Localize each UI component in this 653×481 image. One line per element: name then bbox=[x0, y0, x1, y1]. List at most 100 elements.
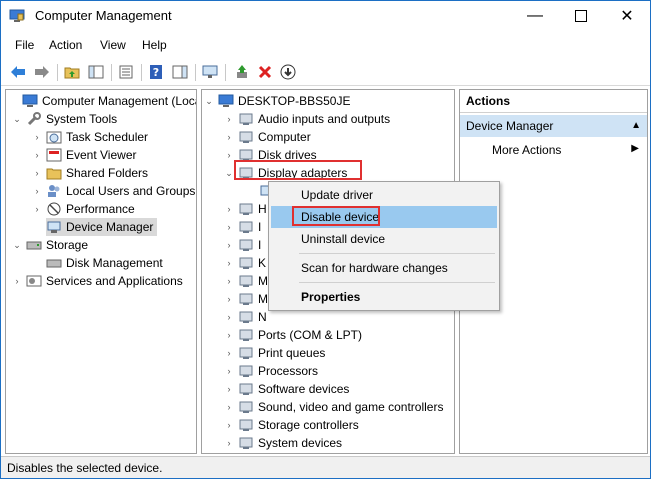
device-category-partial[interactable]: › H bbox=[224, 200, 267, 218]
tree-label: System devices bbox=[258, 436, 343, 450]
chevron-down-icon[interactable]: ⌄ bbox=[12, 236, 22, 254]
tools-icon bbox=[26, 112, 42, 126]
disable-device-button[interactable] bbox=[279, 63, 297, 81]
tree-root[interactable]: Computer Management (Local bbox=[8, 92, 196, 110]
menu-file[interactable]: File bbox=[15, 38, 34, 52]
device-category[interactable]: › Disk drives bbox=[224, 146, 317, 164]
device-category-icon bbox=[238, 382, 254, 396]
chevron-right-icon[interactable]: › bbox=[224, 398, 234, 416]
tree-item-disk-management[interactable]: Disk Management bbox=[46, 254, 163, 272]
tree-label: I bbox=[258, 220, 262, 234]
chevron-right-icon[interactable]: › bbox=[32, 128, 42, 146]
uninstall-device-button[interactable] bbox=[256, 63, 274, 81]
menu-action[interactable]: Action bbox=[49, 38, 82, 52]
device-tree-root[interactable]: ⌄ DESKTOP-BBS50JE bbox=[204, 92, 350, 110]
device-category-partial[interactable]: › M bbox=[224, 272, 269, 290]
chevron-right-icon[interactable]: › bbox=[12, 272, 22, 290]
context-scan-hardware[interactable]: Scan for hardware changes bbox=[271, 257, 497, 279]
tree-item-event-viewer[interactable]: › Event Viewer bbox=[32, 146, 137, 164]
device-category-partial[interactable]: › I bbox=[224, 218, 262, 236]
device-category[interactable]: › Computer bbox=[224, 128, 311, 146]
maximize-button[interactable] bbox=[558, 1, 604, 31]
scan-hardware-button[interactable] bbox=[201, 63, 219, 81]
tree-item-storage[interactable]: ⌄ Storage bbox=[12, 236, 88, 254]
more-actions-item[interactable]: More Actions bbox=[492, 140, 561, 160]
device-category-icon bbox=[238, 220, 254, 234]
chevron-right-icon[interactable]: › bbox=[224, 200, 234, 218]
chevron-right-icon[interactable]: › bbox=[224, 308, 234, 326]
context-disable-device[interactable]: Disable device bbox=[271, 206, 497, 228]
console-tree-pane[interactable]: Computer Management (Local ⌄ System Tool… bbox=[5, 89, 197, 454]
tree-item-local-users[interactable]: › Local Users and Groups bbox=[32, 182, 196, 200]
device-category-partial[interactable]: › K bbox=[224, 254, 267, 272]
device-category[interactable]: › Storage controllers bbox=[224, 416, 359, 434]
chevron-right-icon[interactable]: › bbox=[224, 218, 234, 236]
menu-help[interactable]: Help bbox=[142, 38, 167, 52]
context-uninstall-device[interactable]: Uninstall device bbox=[271, 228, 497, 250]
tree-item-device-manager[interactable]: Device Manager bbox=[46, 218, 158, 236]
context-properties[interactable]: Properties bbox=[271, 286, 497, 308]
device-category[interactable]: › Sound, video and game controllers bbox=[224, 398, 444, 416]
chevron-right-icon[interactable]: › bbox=[224, 272, 234, 290]
properties-toolbar-button[interactable] bbox=[117, 63, 135, 81]
chevron-right-icon[interactable]: › bbox=[32, 146, 42, 164]
collapse-up-icon[interactable]: ▲ bbox=[631, 115, 641, 137]
tree-item-shared-folders[interactable]: › Shared Folders bbox=[32, 164, 149, 182]
tree-item-task-scheduler[interactable]: › Task Scheduler bbox=[32, 128, 149, 146]
tree-label: System Tools bbox=[46, 112, 118, 126]
device-category-icon bbox=[238, 436, 254, 450]
chevron-right-icon[interactable]: › bbox=[224, 128, 234, 146]
window-title: Computer Management bbox=[35, 8, 172, 23]
device-category[interactable]: › Software devices bbox=[224, 380, 350, 398]
close-button[interactable]: ✕ bbox=[604, 1, 650, 31]
actions-section-device-manager[interactable]: Device Manager ▲ bbox=[460, 115, 647, 137]
tree-item-services[interactable]: › Services and Applications bbox=[12, 272, 183, 290]
svg-text:?: ? bbox=[153, 66, 159, 79]
device-category-partial[interactable]: › N bbox=[224, 308, 267, 326]
chevron-right-icon[interactable]: › bbox=[224, 254, 234, 272]
tree-label: I bbox=[258, 238, 262, 252]
chevron-right-icon[interactable]: › bbox=[224, 416, 234, 434]
device-category-partial[interactable]: › M bbox=[224, 290, 269, 308]
tree-item-system-tools[interactable]: ⌄ System Tools bbox=[12, 110, 117, 128]
chevron-right-icon[interactable]: › bbox=[32, 200, 42, 218]
device-category[interactable]: › Universal Serial Bus controllers bbox=[224, 452, 425, 453]
chevron-right-icon[interactable]: › bbox=[224, 290, 234, 308]
chevron-right-icon[interactable]: › bbox=[224, 362, 234, 380]
chevron-right-icon[interactable]: › bbox=[224, 380, 234, 398]
action-pane-button[interactable] bbox=[171, 63, 189, 81]
chevron-right-icon[interactable]: › bbox=[32, 164, 42, 182]
chevron-right-icon[interactable]: › bbox=[224, 344, 234, 362]
device-category-partial[interactable]: › I bbox=[224, 236, 262, 254]
chevron-down-icon[interactable]: ⌄ bbox=[224, 164, 234, 182]
properties-icon bbox=[119, 65, 133, 79]
chevron-right-icon[interactable]: › bbox=[224, 434, 234, 452]
chevron-right-icon[interactable]: › bbox=[224, 110, 234, 128]
context-update-driver[interactable]: Update driver bbox=[271, 184, 497, 206]
device-category[interactable]: › Ports (COM & LPT) bbox=[224, 326, 363, 344]
device-category[interactable]: › Audio inputs and outputs bbox=[224, 110, 391, 128]
tree-item-performance[interactable]: › Performance bbox=[32, 200, 135, 218]
update-driver-button[interactable] bbox=[233, 63, 251, 81]
menu-view[interactable]: View bbox=[100, 38, 126, 52]
help-toolbar-button[interactable]: ? bbox=[147, 63, 165, 81]
clock-icon bbox=[46, 130, 62, 144]
show-hide-tree-button[interactable] bbox=[87, 63, 105, 81]
chevron-down-icon[interactable]: ⌄ bbox=[12, 110, 22, 128]
back-button[interactable] bbox=[9, 63, 27, 81]
chevron-right-icon[interactable]: › bbox=[224, 452, 234, 453]
chevron-right-icon[interactable]: › bbox=[224, 146, 234, 164]
device-category[interactable]: › Processors bbox=[224, 362, 319, 380]
device-category-icon bbox=[238, 292, 254, 306]
chevron-right-icon[interactable]: › bbox=[224, 236, 234, 254]
forward-button[interactable] bbox=[33, 63, 51, 81]
toolbar-separator bbox=[57, 64, 58, 81]
device-category[interactable]: › System devices bbox=[224, 434, 343, 452]
minimize-button[interactable]: — bbox=[512, 1, 558, 31]
device-category[interactable]: ⌄ Display adapters bbox=[224, 164, 347, 182]
up-folder-button[interactable] bbox=[63, 63, 81, 81]
chevron-right-icon[interactable]: › bbox=[224, 326, 234, 344]
chevron-right-icon[interactable]: › bbox=[32, 182, 42, 200]
chevron-down-icon[interactable]: ⌄ bbox=[204, 92, 214, 110]
device-category[interactable]: › Print queues bbox=[224, 344, 326, 362]
